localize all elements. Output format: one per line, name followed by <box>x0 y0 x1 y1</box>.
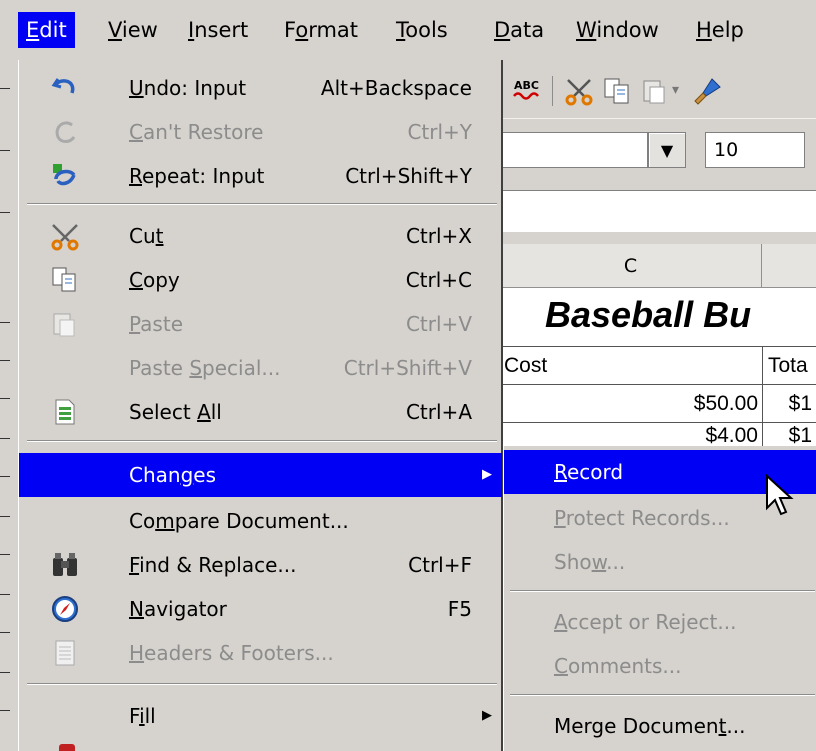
menu-separator <box>27 683 497 685</box>
col-line <box>762 346 763 446</box>
font-name-dropdown[interactable]: ▼ <box>648 132 686 168</box>
menu-data[interactable]: Data <box>486 12 552 48</box>
column-header-d[interactable] <box>762 244 816 288</box>
formatting-toolbar: ▼ 10 <box>500 118 816 180</box>
svg-text:ABC: ABC <box>514 79 539 92</box>
sheet-title: Baseball Bu <box>545 294 752 335</box>
repeat-shortcut: Ctrl+Shift+Y <box>345 164 472 188</box>
cut-icon[interactable] <box>562 74 596 108</box>
restore-icon <box>49 116 81 148</box>
undo-icon <box>49 72 81 104</box>
scissors-icon <box>49 220 81 252</box>
menu-bar: Edit View Insert Format Tools Data Windo… <box>0 0 816 60</box>
select-all-shortcut: Ctrl+A <box>405 400 472 424</box>
column-header-c[interactable]: C <box>500 244 762 288</box>
menu-item-repeat[interactable]: Repeat: Input Ctrl+Shift+Y <box>19 154 502 198</box>
menu-item-paste[interactable]: Paste Ctrl+V <box>19 302 502 346</box>
menu-view[interactable]: View <box>100 12 166 48</box>
repeat-icon <box>49 160 81 192</box>
document-icon <box>49 637 81 669</box>
paste-dropdown-icon[interactable]: ▾ <box>672 82 679 98</box>
menu-window[interactable]: Window <box>568 12 667 48</box>
paste-shortcut: Ctrl+V <box>405 312 472 336</box>
menu-item-restore[interactable]: Can't Restore Ctrl+Y <box>19 110 502 154</box>
menu-item-compare-document[interactable]: Compare Document... <box>19 499 502 543</box>
restore-shortcut: Ctrl+Y <box>407 120 472 144</box>
mouse-cursor-icon <box>766 474 794 516</box>
cut-shortcut: Ctrl+X <box>405 224 472 248</box>
find-replace-shortcut: Ctrl+F <box>408 553 472 577</box>
menu-insert[interactable]: Insert <box>180 12 256 48</box>
copy-icon[interactable] <box>600 74 634 108</box>
submenu-item-accept-reject[interactable]: Accept or Reject... <box>504 600 816 644</box>
undo-shortcut: Alt+Backspace <box>320 76 472 100</box>
menu-item-headers-footers[interactable]: Headers & Footers... <box>19 631 502 675</box>
cell-cost-header[interactable]: Cost <box>504 347 547 385</box>
cell-total-2[interactable]: $1 <box>768 416 812 446</box>
font-name-box[interactable] <box>500 132 648 168</box>
edit-menu: Undo: Input Alt+Backspace Can't Restore … <box>18 60 503 751</box>
binoculars-icon <box>49 549 81 581</box>
standard-toolbar: ABC ▾ <box>500 60 816 118</box>
menu-item-select-all[interactable]: Select All Ctrl+A <box>19 390 502 434</box>
menu-item-navigator[interactable]: Navigator F5 <box>19 587 502 631</box>
cell-total-header[interactable]: Tota <box>768 347 808 385</box>
spellcheck-icon[interactable]: ABC <box>512 74 546 108</box>
menu-help[interactable]: Help <box>688 12 752 48</box>
menu-item-copy[interactable]: Copy Ctrl+C <box>19 258 502 302</box>
submenu-arrow-icon: ▶ <box>482 708 492 723</box>
compass-icon <box>49 593 81 625</box>
submenu-arrow-icon: ▶ <box>482 467 492 482</box>
menu-format[interactable]: Format <box>276 12 366 48</box>
menu-tools[interactable]: Tools <box>388 12 456 48</box>
menu-item-fill[interactable]: Fill ▶ <box>19 694 502 738</box>
menu-item-undo[interactable]: Undo: Input Alt+Backspace <box>19 66 502 110</box>
paste-icon <box>49 308 81 340</box>
paste-special-shortcut: Ctrl+Shift+V <box>343 356 472 380</box>
submenu-item-merge-document[interactable]: Merge Document... <box>504 704 816 748</box>
partial-icon <box>59 744 75 751</box>
chevron-down-icon: ▼ <box>660 140 674 160</box>
formula-bar <box>500 180 816 244</box>
menu-separator <box>510 590 815 592</box>
copy-icon <box>49 264 81 296</box>
navigator-shortcut: F5 <box>447 597 472 621</box>
menu-edit[interactable]: Edit <box>18 12 75 48</box>
submenu-item-comments[interactable]: Comments... <box>504 644 816 688</box>
font-size-box[interactable]: 10 <box>705 132 805 168</box>
cell-cost-2[interactable]: $4.00 <box>660 416 758 446</box>
menu-item-paste-special[interactable]: Paste Special... Ctrl+Shift+V <box>19 346 502 390</box>
window-left-edge <box>0 60 18 751</box>
menu-item-cut[interactable]: Cut Ctrl+X <box>19 214 502 258</box>
toolbar-divider <box>552 76 553 106</box>
paste-icon[interactable] <box>638 74 672 108</box>
select-all-icon <box>49 396 81 428</box>
menu-item-changes[interactable]: Changes ▶ <box>19 453 502 497</box>
menu-separator <box>510 694 815 696</box>
copy-shortcut: Ctrl+C <box>405 268 472 292</box>
menu-separator <box>27 203 497 205</box>
submenu-item-show[interactable]: Show... <box>504 540 816 584</box>
formula-input[interactable] <box>500 190 816 232</box>
menu-separator <box>27 440 497 442</box>
menu-item-find-replace[interactable]: Find & Replace... Ctrl+F <box>19 543 502 587</box>
format-paintbrush-icon[interactable] <box>690 74 724 108</box>
